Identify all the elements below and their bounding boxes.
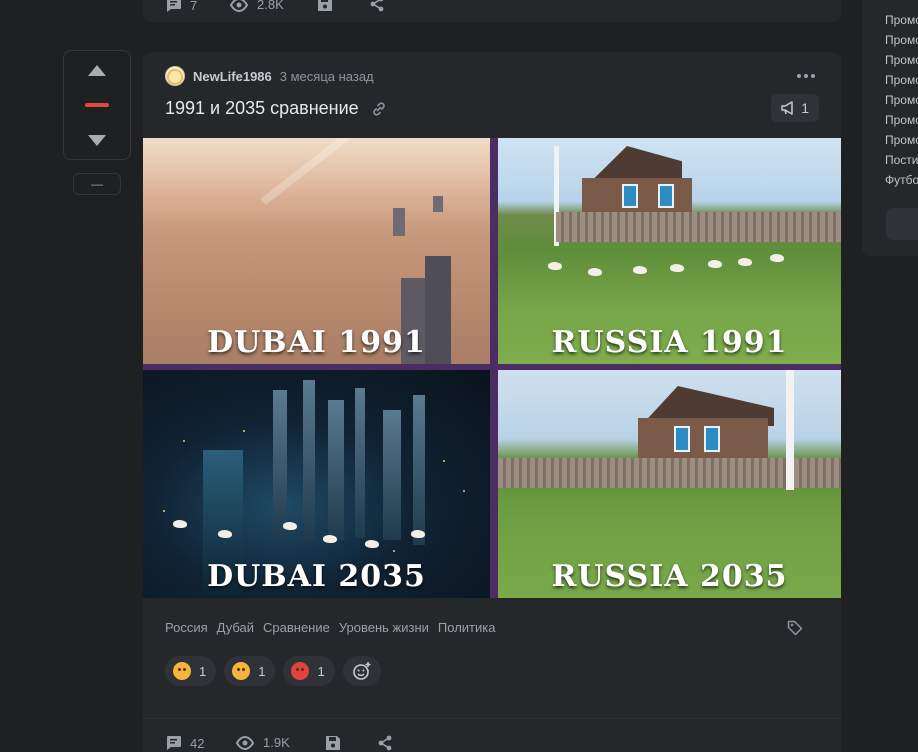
eye-icon [235, 735, 255, 750]
reaction-count: 1 [258, 663, 266, 679]
dubai-1991-caption: DUBAI 1991 [207, 325, 426, 360]
dubai-2035-panel: DUBAI 2035 [143, 370, 490, 598]
save-button[interactable] [325, 735, 341, 751]
right-sidebar: Промо Промо Промо Промо Промо Промо Пром… [862, 0, 918, 256]
comment-icon [167, 0, 181, 12]
sidebar-item[interactable]: Футбо [885, 170, 918, 190]
tag[interactable]: Политика [438, 620, 496, 635]
share-icon [378, 735, 392, 751]
reaction-button[interactable]: 1 [165, 656, 217, 686]
post-card: NewLife1986 3 месяца назад 1991 и 2035 с… [143, 52, 841, 752]
reaction-button[interactable]: 1 [283, 656, 335, 686]
vote-panel [63, 50, 131, 160]
sidebar-item[interactable]: Пости [885, 150, 918, 170]
tag[interactable]: Дубай [217, 620, 254, 635]
sidebar-item[interactable]: Промо [885, 130, 918, 150]
reaction-button[interactable]: 1 [224, 656, 276, 686]
russia-2035-caption: RUSSIA 2035 [551, 559, 788, 594]
avatar[interactable] [165, 66, 185, 86]
dubai-2035-caption: DUBAI 2035 [207, 559, 426, 594]
post-title-row: 1991 и 2035 сравнение [165, 98, 387, 119]
share-icon [370, 0, 384, 12]
save-button[interactable] [317, 0, 333, 12]
views-stat[interactable]: 1.9K [235, 735, 290, 750]
author-name[interactable]: NewLife1986 [193, 69, 272, 84]
tag-icon[interactable] [787, 620, 803, 636]
megaphone-icon [781, 101, 793, 115]
reaction-count: 1 [199, 663, 207, 679]
sidebar-item[interactable]: Промо [885, 50, 918, 70]
post-author-row: NewLife1986 3 месяца назад [165, 66, 374, 86]
russia-2035-panel: RUSSIA 2035 [498, 370, 841, 598]
tag[interactable]: Россия [165, 620, 208, 635]
eye-icon [229, 0, 249, 12]
share-button[interactable] [369, 0, 385, 12]
comment-badge-count: 1 [801, 100, 809, 116]
comments-stat[interactable]: 42 [165, 735, 204, 751]
tag[interactable]: Уровень жизни [339, 620, 429, 635]
comments-count: 7 [190, 0, 198, 13]
views-stat[interactable]: 2.8K [229, 0, 284, 12]
views-count: 1.9K [263, 735, 290, 750]
sidebar-item[interactable]: Промо [885, 70, 918, 90]
comments-count: 42 [190, 735, 205, 751]
add-emoji-icon [352, 662, 371, 680]
save-icon [318, 0, 332, 11]
sidebar-item[interactable]: Промо [885, 10, 918, 30]
save-icon [326, 736, 340, 750]
comment-icon [167, 736, 181, 750]
post-image[interactable]: DUBAI 1991 RUSSIA 1991 DUBAI 2035 RUSSIA… [143, 138, 841, 598]
tag-list: Россия Дубай Сравнение Уровень жизни Пол… [165, 620, 495, 635]
post-time: 3 месяца назад [279, 68, 374, 84]
star-struck-emoji-icon [232, 662, 251, 680]
sidebar-list: Промо Промо Промо Промо Промо Промо Пром… [885, 10, 918, 190]
comments-stat[interactable]: 7 [165, 0, 197, 13]
dubai-1991-panel: DUBAI 1991 [143, 138, 490, 364]
upvote-arrow-icon[interactable] [88, 65, 106, 76]
sidebar-item[interactable]: Промо [885, 90, 918, 110]
comment-count-badge[interactable]: 1 [771, 94, 819, 122]
link-icon[interactable] [371, 101, 387, 117]
russia-1991-panel: RUSSIA 1991 [498, 138, 841, 364]
tag[interactable]: Сравнение [263, 620, 330, 635]
more-options-icon[interactable] [797, 74, 815, 78]
reaction-count: 1 [317, 663, 325, 679]
share-button[interactable] [377, 735, 393, 751]
vote-score-indicator [85, 103, 109, 107]
downvote-arrow-icon[interactable] [88, 135, 106, 146]
post-title[interactable]: 1991 и 2035 сравнение [165, 98, 359, 119]
star-struck-emoji-icon [173, 662, 191, 680]
sidebar-item[interactable]: Промо [885, 30, 918, 50]
views-count: 2.8K [257, 0, 284, 12]
vote-more-button[interactable]: — [73, 173, 121, 195]
sidebar-item[interactable]: Промо [885, 110, 918, 130]
reactions-bar: 1 1 1 [165, 656, 381, 686]
add-reaction-button[interactable] [342, 656, 381, 686]
previous-post-footer: 7 2.8K [143, 0, 841, 22]
russia-1991-caption: RUSSIA 1991 [551, 325, 788, 360]
sidebar-button[interactable] [886, 208, 918, 240]
post-footer: 42 1.9K [143, 718, 841, 752]
angry-emoji-icon [291, 662, 310, 680]
